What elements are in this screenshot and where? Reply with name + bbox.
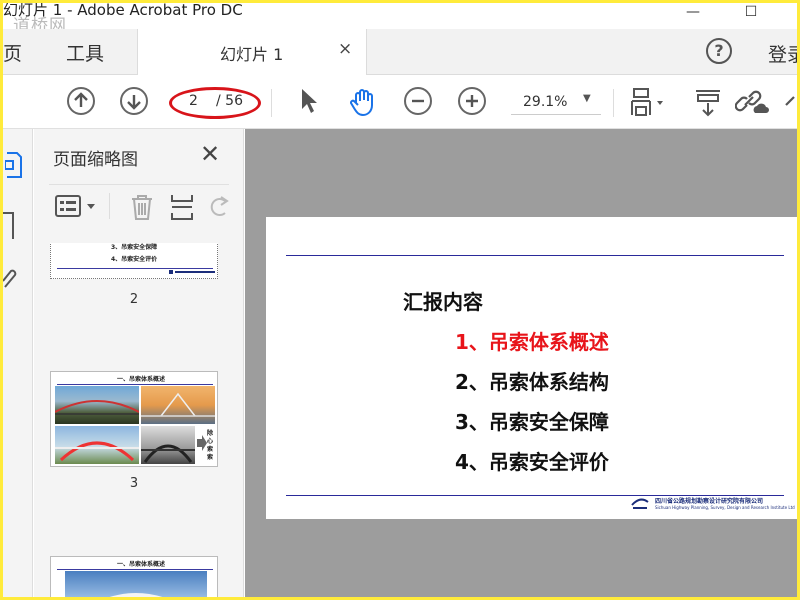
thumb-logo [169,270,215,274]
thumbnails-panel: 页面缩略图 ✕ 3、吊索安全保障 4、吊索安全评价 2 一、吊索体系概述 除 心… [34,129,269,597]
institute-logo: 四川省公路规划勘察设计研究院有限公司 Sichuan Highway Plann… [631,496,796,514]
zoom-out-button[interactable] [404,87,432,115]
arrow-up-circle-icon [74,92,88,107]
thumb-title: 一、吊索体系概述 [117,561,166,568]
maximize-button[interactable]: ☐ [731,3,771,25]
bridge-image-icon [141,392,215,417]
thumb-title: 一、吊索体系概述 [117,376,166,383]
thumbnail-page-2[interactable]: 3、吊索安全保障 4、吊索安全评价 [50,243,218,279]
page-thumbnails-icon[interactable] [5,151,23,179]
more-tools-icon[interactable] [784,87,797,117]
thumb-rule [57,384,213,385]
close-tab-button[interactable]: × [338,39,352,59]
bookmarks-icon[interactable] [3,211,17,241]
minimize-button[interactable]: — [673,3,713,25]
thumbnail-page-number: 3 [129,476,139,491]
scroll-mode-icon[interactable] [693,87,723,119]
login-link[interactable]: 登录 [768,40,797,67]
panel-divider [109,193,110,219]
acrobat-window: 幻灯片 1 - Adobe Acrobat Pro DC 道桥网 — ☐ 主页 … [3,3,797,597]
tab-tools[interactable]: 工具 [66,39,104,66]
hand-tool-icon[interactable] [348,87,378,117]
red-highlight-oval [169,87,261,119]
next-page-button[interactable] [120,87,148,115]
bridge-photo [55,386,139,424]
select-pointer-icon[interactable] [298,87,320,115]
delete-page-icon[interactable] [129,193,155,221]
tab-document[interactable]: 幻灯片 1 × [137,29,367,75]
title-bar: 幻灯片 1 - Adobe Acrobat Pro DC 道桥网 — ☐ [3,3,797,36]
navigation-rail [3,129,33,597]
panel-toolbar [49,184,229,224]
zoom-value: 29.1% [523,94,568,110]
prev-page-button[interactable] [67,87,95,115]
tab-bar: 主页 工具 幻灯片 1 × ? 登录 [3,29,797,75]
bridge-photo [55,426,139,464]
rotate-page-icon[interactable] [209,193,229,221]
agenda-item-4: 4、吊索安全评价 [455,450,609,474]
slide-page: 汇报内容 1、吊索体系概述 2、吊索体系结构 3、吊索安全保障 4、吊索安全评价… [266,217,797,519]
toolbar-divider [613,89,614,117]
logo-text-en: Sichuan Highway Planning, Survey, Design… [655,505,795,510]
zoom-in-icon [466,95,478,107]
help-icon[interactable]: ? [706,38,732,64]
zoom-out-icon [412,99,424,103]
bridge-photo [65,571,207,597]
attachments-icon[interactable] [3,267,19,291]
agenda-item-3: 3、吊索安全保障 [455,410,609,434]
thumb-rule [57,569,213,570]
thumbnail-page-3[interactable]: 一、吊索体系概述 除 心 索 索 [50,371,218,467]
link-cloud-icon[interactable] [735,87,769,117]
thumb-side-text: 除 心 索 索 [207,430,214,461]
thumb-text: 4、吊索安全评价 [111,256,158,263]
slide-heading: 汇报内容 [403,290,483,314]
toolbar-divider [271,89,272,117]
agenda-item-1: 1、吊索体系概述 [455,330,609,354]
thumbnail-page-number: 2 [129,292,139,307]
bridge-image-icon [55,441,139,462]
page-layout-icon[interactable] [628,87,668,119]
bridge-image-icon [141,444,195,463]
chevron-down-icon: ▼ [583,93,591,104]
bridge-photo [141,386,215,424]
arrow-down-circle-icon [127,95,141,110]
tab-document-label: 幻灯片 1 [220,45,284,64]
institute-logo-icon [631,498,649,509]
close-panel-button[interactable]: ✕ [200,140,220,168]
thumb-arrow-icon [197,435,207,451]
agenda-item-2: 2、吊索体系结构 [455,370,609,394]
insert-page-icon[interactable] [169,193,195,221]
logo-text-cn: 四川省公路规划勘察设计研究院有限公司 [655,498,764,505]
main-toolbar: 2 / 56 29.1% ▼ [3,75,797,129]
thumbnail-options-icon[interactable] [55,195,101,217]
zoom-in-button[interactable] [458,87,486,115]
document-viewport[interactable]: 汇报内容 1、吊索体系概述 2、吊索体系结构 3、吊索安全保障 4、吊索安全评价… [245,129,797,597]
thumb-text: 3、吊索安全保障 [111,244,158,251]
tab-home[interactable]: 主页 [3,39,22,66]
bridge-image-icon [55,400,139,415]
zoom-select[interactable]: 29.1% ▼ [511,87,601,115]
bridge-photo [141,426,195,464]
panel-title: 页面缩略图 [53,150,138,170]
thumbnail-page-4[interactable]: 一、吊索体系概述 [50,556,218,597]
bridge-image-icon [110,593,162,597]
thumbnail-list: 3、吊索安全保障 4、吊索安全评价 2 一、吊索体系概述 除 心 索 索 3 一… [34,243,229,597]
slide-top-rule [286,255,784,256]
